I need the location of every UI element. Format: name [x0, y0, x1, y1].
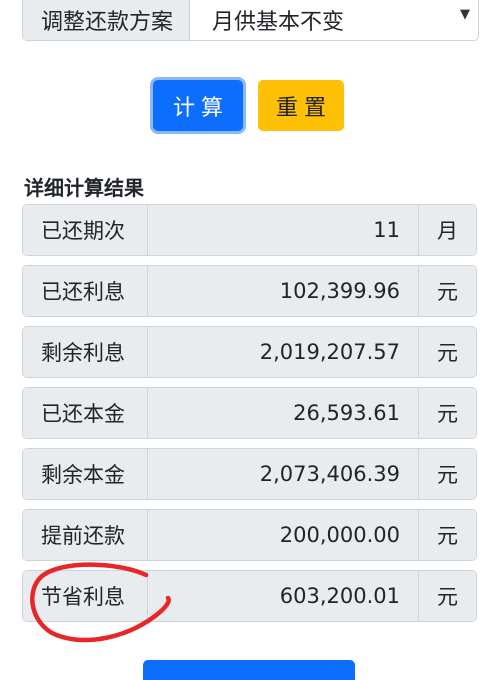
result-unit: 月: [418, 205, 476, 255]
result-unit: 元: [418, 388, 476, 438]
result-row-remaining-interest: 剩余利息 2,019,207.57 元: [22, 326, 477, 378]
result-value: 11: [148, 205, 418, 255]
result-label: 已还期次: [23, 205, 148, 255]
result-value: 603,200.01: [148, 571, 418, 621]
result-row-paid-interest: 已还利息 102,399.96 元: [22, 265, 477, 317]
adjust-plan-select[interactable]: 月供基本不变 ▼: [190, 0, 478, 40]
reset-button[interactable]: 重置: [258, 80, 344, 131]
result-label: 已还本金: [23, 388, 148, 438]
adjust-plan-select-group: 调整还款方案 月供基本不变 ▼: [22, 0, 479, 41]
result-row-remaining-principal: 剩余本金 2,073,406.39 元: [22, 448, 477, 500]
bottom-button[interactable]: [143, 660, 355, 680]
result-value: 102,399.96: [148, 266, 418, 316]
result-value: 26,593.61: [148, 388, 418, 438]
result-label: 节省利息: [23, 571, 148, 621]
result-unit: 元: [418, 449, 476, 499]
result-label: 已还利息: [23, 266, 148, 316]
results-title: 详细计算结果: [24, 176, 144, 200]
adjust-plan-selected-value: 月供基本不变: [212, 9, 345, 35]
result-row-paid-principal: 已还本金 26,593.61 元: [22, 387, 477, 439]
result-label: 剩余本金: [23, 449, 148, 499]
result-value: 2,073,406.39: [148, 449, 418, 499]
result-row-paid-periods: 已还期次 11 月: [22, 204, 477, 256]
caret-down-icon: ▼: [460, 7, 470, 22]
result-value: 2,019,207.57: [148, 327, 418, 377]
adjust-plan-label: 调整还款方案: [23, 0, 190, 40]
results-table: 已还期次 11 月 已还利息 102,399.96 元 剩余利息 2,019,2…: [22, 204, 477, 631]
result-unit: 元: [418, 571, 476, 621]
result-row-prepayment: 提前还款 200,000.00 元: [22, 509, 477, 561]
result-row-saved-interest: 节省利息 603,200.01 元: [22, 570, 477, 622]
result-unit: 元: [418, 327, 476, 377]
result-value: 200,000.00: [148, 510, 418, 560]
result-label: 剩余利息: [23, 327, 148, 377]
result-unit: 元: [418, 266, 476, 316]
result-label: 提前还款: [23, 510, 148, 560]
calculate-button[interactable]: 计算: [153, 80, 243, 131]
result-unit: 元: [418, 510, 476, 560]
